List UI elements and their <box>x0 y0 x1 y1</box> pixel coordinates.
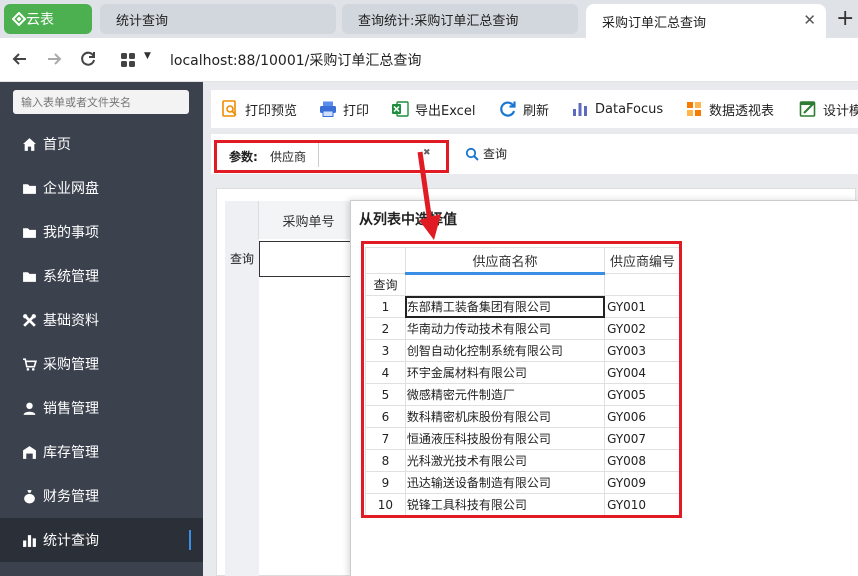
toolbar: 打印预览 打印 导出Excel 刷新 DataFocus 数据透视表 设计模 <box>211 90 858 128</box>
address-bar: ▼ localhost:88/10001/采购订单汇总查询 <box>0 38 858 82</box>
browser-tab-stats-purchase[interactable]: 查询统计:采购订单汇总查询 <box>342 4 578 34</box>
sidebar-item-label: 我的事项 <box>43 225 99 241</box>
pivot-table-icon <box>687 102 701 116</box>
sidebar: 首页 企业网盘 我的事项 系统管理 基础资料 采购管理 销售管理 库存管理 财务… <box>0 82 203 576</box>
query-button[interactable]: 查询 <box>465 145 507 162</box>
sidebar-item-label: 财务管理 <box>43 489 99 505</box>
sidebar-item-sales[interactable]: 销售管理 <box>0 386 203 430</box>
print-preview-icon <box>222 100 237 117</box>
reload-icon[interactable] <box>78 49 98 69</box>
app-tab-label: 云表 <box>26 12 54 28</box>
sidebar-item-label: 企业网盘 <box>43 181 99 197</box>
grid-filter-cell[interactable] <box>259 241 353 277</box>
print-button[interactable]: 打印 <box>319 90 369 128</box>
moneybag-icon <box>24 489 35 503</box>
refresh-icon <box>500 101 516 117</box>
home-icon <box>23 137 36 151</box>
refresh-label: 刷新 <box>523 103 550 119</box>
folder-icon <box>23 183 36 194</box>
print-preview-button[interactable]: 打印预览 <box>221 90 297 128</box>
warehouse-icon <box>23 445 36 459</box>
query-label: 查询 <box>483 147 508 161</box>
printer-icon <box>320 101 336 117</box>
app-home-tab[interactable]: 云表 <box>4 4 92 34</box>
app-logo-icon <box>12 12 26 26</box>
url-text[interactable]: localhost:88/10001/采购订单汇总查询 <box>170 50 421 70</box>
search-icon <box>465 147 479 161</box>
pivot-table-button[interactable]: 数据透视表 <box>685 90 774 128</box>
sidebar-item-label: 销售管理 <box>43 401 99 417</box>
sidebar-item-label: 统计查询 <box>43 533 99 549</box>
cart-icon <box>23 357 37 371</box>
grid-row-gutter <box>225 277 259 576</box>
sidebar-item-label: 系统管理 <box>43 269 99 285</box>
sidebar-item-my-tasks[interactable]: 我的事项 <box>0 210 203 254</box>
sidebar-item-statistics[interactable]: 统计查询 <box>0 518 203 562</box>
apps-grid-icon[interactable] <box>120 52 136 68</box>
browser-tab-strip: 云表 统计查询 查询统计:采购订单汇总查询 采购订单汇总查询 ✕ + <box>0 0 858 38</box>
sidebar-item-inventory[interactable]: 库存管理 <box>0 430 203 474</box>
pivot-table-label: 数据透视表 <box>709 103 775 119</box>
design-mode-label: 设计模 <box>823 103 858 119</box>
browser-tab-label: 统计查询 <box>116 13 169 29</box>
sidebar-item-label: 采购管理 <box>43 357 99 373</box>
print-label: 打印 <box>343 103 370 119</box>
excel-icon <box>392 101 409 117</box>
annotation-arrow-icon <box>417 151 441 240</box>
chart-icon <box>23 534 36 547</box>
sidebar-item-finance[interactable]: 财务管理 <box>0 474 203 518</box>
sidebar-item-netdisk[interactable]: 企业网盘 <box>0 166 203 210</box>
sidebar-item-label: 库存管理 <box>43 445 99 461</box>
sidebar-search-input[interactable] <box>13 90 189 114</box>
datafocus-label: DataFocus <box>595 101 664 117</box>
sidebar-item-purchase[interactable]: 采购管理 <box>0 342 203 386</box>
grid-corner <box>225 201 259 239</box>
highlight-box-list <box>361 241 682 518</box>
bar-chart-icon <box>573 103 587 116</box>
browser-tab-stats[interactable]: 统计查询 <box>100 4 336 34</box>
user-icon <box>23 402 36 415</box>
apps-dropdown-icon[interactable]: ▼ <box>144 51 151 61</box>
browser-tab-purchase-summary[interactable]: 采购订单汇总查询 ✕ <box>586 4 826 38</box>
grid-filter-row-label: 查询 <box>225 239 259 277</box>
tools-icon <box>23 313 36 327</box>
browser-tab-label: 采购订单汇总查询 <box>602 15 707 31</box>
browser-tab-label: 查询统计:采购订单汇总查询 <box>358 13 519 29</box>
design-icon <box>799 101 816 117</box>
sidebar-item-system[interactable]: 系统管理 <box>0 254 203 298</box>
sidebar-item-label: 基础资料 <box>43 313 99 329</box>
export-excel-label: 导出Excel <box>415 103 476 119</box>
sidebar-item-home[interactable]: 首页 <box>0 122 203 166</box>
print-preview-label: 打印预览 <box>245 103 298 119</box>
close-icon[interactable]: ✕ <box>803 11 816 29</box>
design-mode-button[interactable]: 设计模 <box>799 90 858 128</box>
export-excel-button[interactable]: 导出Excel <box>391 90 475 128</box>
new-tab-icon[interactable]: + <box>836 6 854 31</box>
sidebar-item-basic-data[interactable]: 基础资料 <box>0 298 203 342</box>
datafocus-button[interactable]: DataFocus <box>571 90 663 128</box>
refresh-button[interactable]: 刷新 <box>499 90 549 128</box>
folder-icon <box>23 227 36 238</box>
folder-icon <box>23 271 36 282</box>
grid-col-header[interactable]: 采购单号 <box>259 201 359 239</box>
forward-arrow-icon[interactable] <box>44 49 64 69</box>
back-arrow-icon[interactable] <box>10 49 30 69</box>
sidebar-item-label: 首页 <box>43 137 71 153</box>
